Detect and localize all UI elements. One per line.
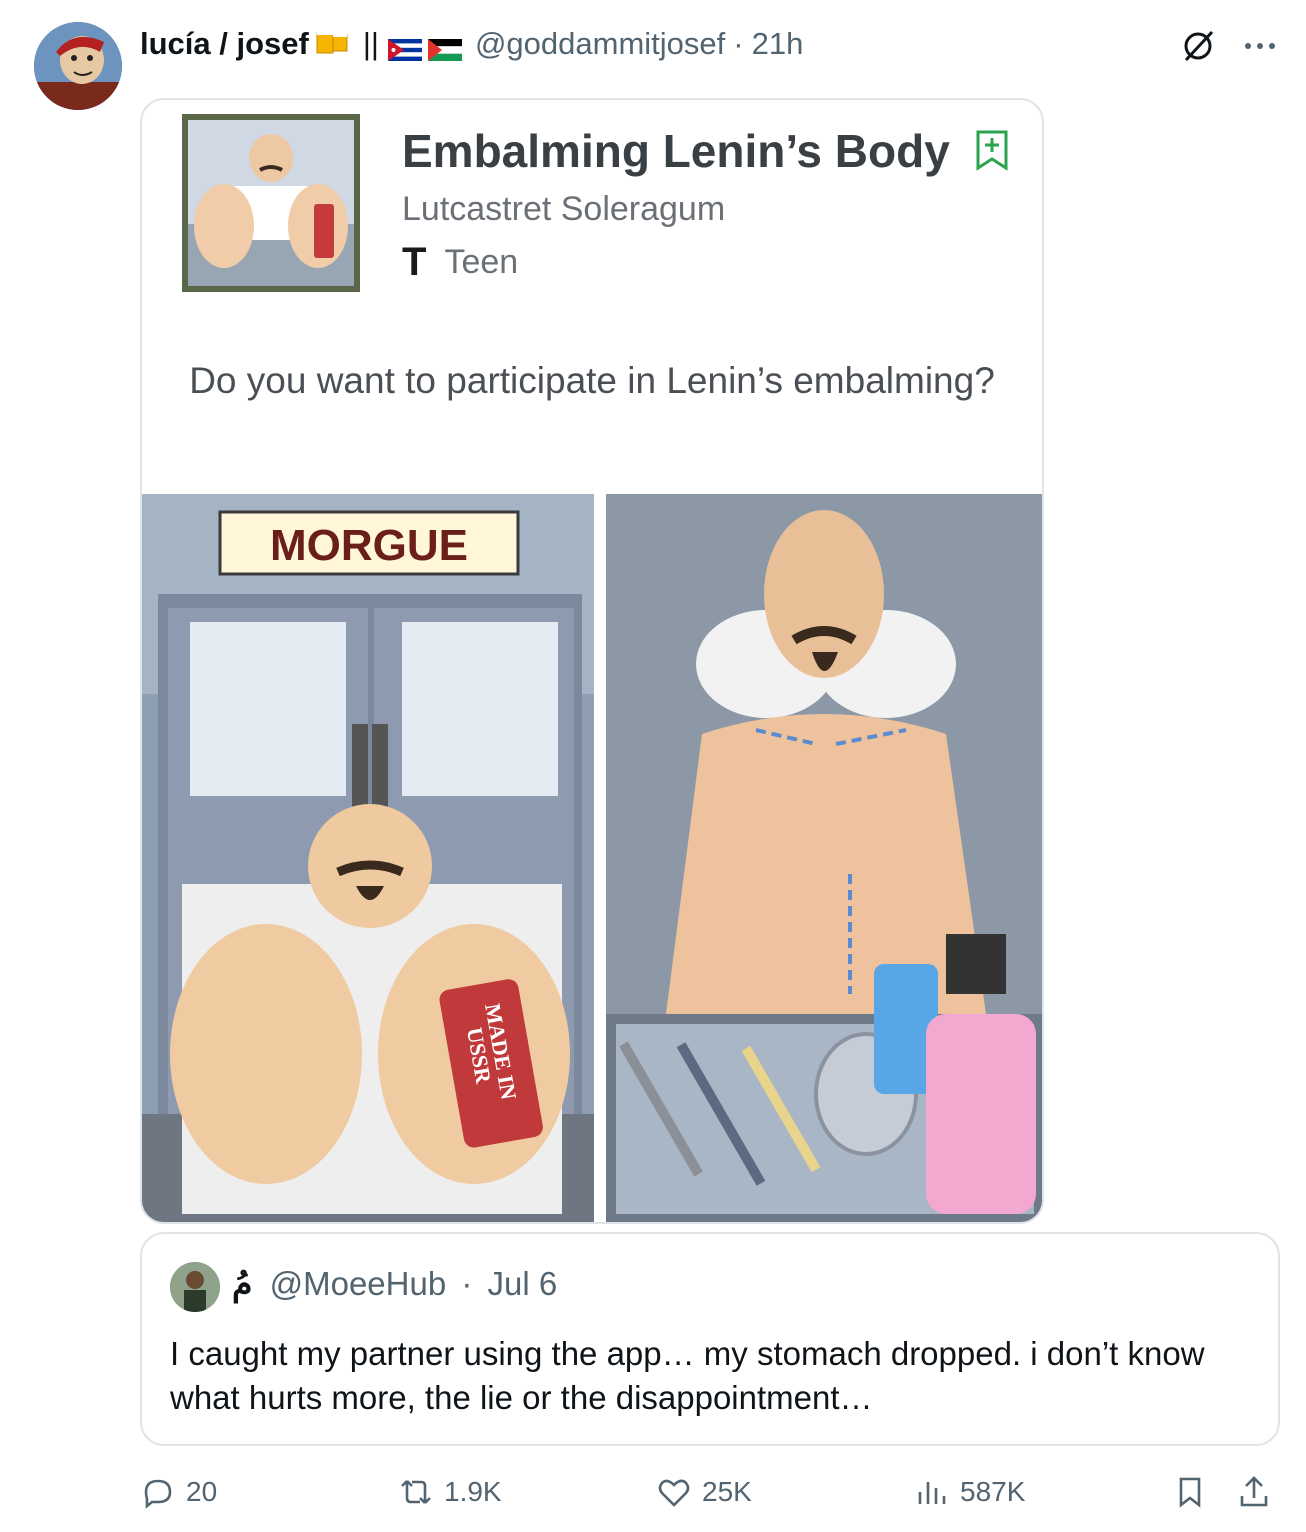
header-separator: · [733,26,744,61]
card-question: Do you want to participate in Lenin’s em… [189,360,995,401]
action-bar: 20 1.9K 25K 587K [140,1474,1280,1518]
quoted-header: مُ @MoeeHub · Jul 6 [232,1264,557,1303]
teen-rating-icon: T [402,240,427,284]
post-header: lucía / josef || @goddammitjosef · 21h [140,24,803,64]
quoted-handle[interactable]: @MoeeHub [270,1265,447,1302]
beer-emoji-icon [313,23,353,65]
embalming-illustration [606,494,1042,1222]
more-icon[interactable] [1242,36,1278,61]
share-icon [1240,1476,1268,1507]
views-icon [918,1482,946,1504]
repost-button[interactable]: 1.9K [398,1474,502,1510]
user-handle[interactable]: @goddammitjosef [475,26,725,62]
reply-button[interactable]: 20 [140,1474,217,1510]
name-divider: || [362,26,379,61]
quoted-avatar[interactable] [170,1262,220,1312]
palestine-flag-icon [427,33,462,61]
bookmark-icon [1179,1477,1201,1508]
post-image[interactable]: Embalming Lenin’s Body Lutcastret Solera… [140,98,1044,1224]
like-count: 25K [702,1476,752,1507]
view-count: 587K [960,1476,1026,1507]
card-title-text: Embalming Lenin’s Body [402,125,950,177]
top-actions [1178,26,1278,71]
grok-icon[interactable] [1178,26,1218,71]
book-cover-thumbnail [182,114,360,292]
like-icon [658,1479,690,1507]
quoted-post[interactable]: مُ @MoeeHub · Jul 6 I caught my partner … [140,1232,1280,1446]
share-button[interactable] [1236,1474,1272,1510]
reply-count: 20 [186,1476,218,1507]
repost-icon [401,1480,431,1504]
post-time[interactable]: 21h [752,26,804,62]
rating-label: Teen [444,243,519,281]
like-button[interactable]: 25K [656,1474,752,1510]
card-title: Embalming Lenin’s Body [402,124,1009,182]
quoted-separator: · [461,1265,473,1302]
cuba-flag-icon [387,33,422,61]
quoted-date[interactable]: Jul 6 [488,1265,558,1302]
quoted-display-name[interactable]: مُ [232,1265,252,1302]
card-author: Lutcastret Soleragum [402,190,726,228]
views-button[interactable]: 587K [914,1474,1025,1510]
add-bookmark-icon[interactable] [975,128,1009,182]
display-name[interactable]: lucía / josef [140,26,309,62]
morgue-illustration: MORGUE MADE IN USSR [142,494,594,1222]
reply-icon [144,1479,172,1509]
user-avatar[interactable] [34,22,122,110]
morgue-sign: MORGUE [270,521,468,570]
card-rating: T Teen [402,240,518,285]
quoted-text: I caught my partner using the app… my st… [170,1335,1205,1416]
repost-count: 1.9K [444,1476,502,1507]
bookmark-button[interactable] [1172,1474,1208,1510]
